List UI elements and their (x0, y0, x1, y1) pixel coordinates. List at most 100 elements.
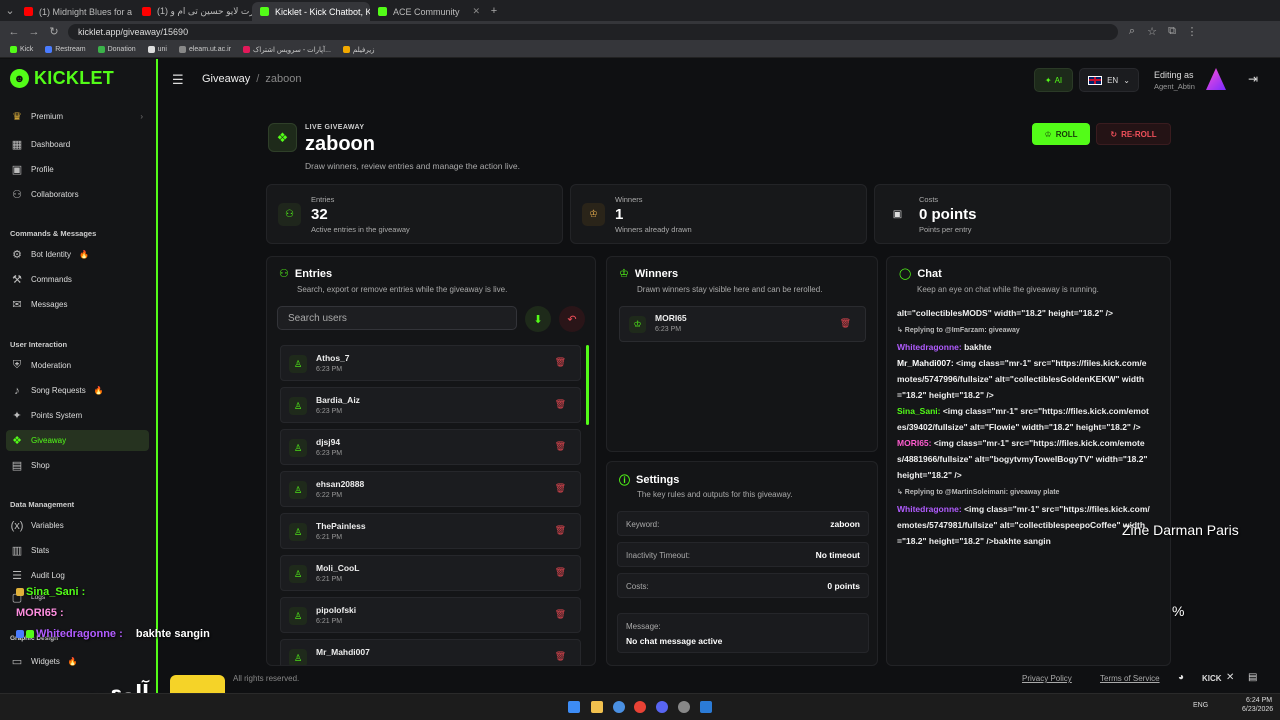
entry-row: ♙ ThePainless 6:21 PM 🗑 (280, 513, 581, 549)
browser-tab-3[interactable]: Kicklet - Kick Chatbot, Kick Wi...✕ (252, 2, 370, 21)
breadcrumb-separator: / (256, 73, 260, 85)
language-indicator[interactable]: ENG (1193, 702, 1208, 709)
sidebar-item-messages[interactable]: ✉ Messages (6, 294, 149, 315)
extensions-icon[interactable]: ⧉ (1166, 25, 1178, 38)
logout-icon[interactable]: ⇥ (1248, 72, 1258, 86)
sidebar-item-moderation[interactable]: ⛨ Moderation (6, 355, 149, 376)
delete-icon[interactable]: 🗑 (555, 441, 566, 452)
browser-tab-4[interactable]: ACE Community ✕ (370, 2, 488, 21)
sidebar-item-widgets[interactable]: ▭ Widgets 🔥 (6, 651, 149, 672)
sidebar-item-profile[interactable]: ▣ Profile (6, 159, 149, 180)
reroll-button[interactable]: ↻ RE-ROLL (1096, 123, 1171, 145)
discord-icon[interactable] (656, 701, 668, 713)
tab-label: ACE Community (393, 6, 460, 17)
sidebar-item-song-requests[interactable]: ♪ Song Requests 🔥 (6, 380, 149, 401)
overlay-percent: % (1172, 603, 1185, 619)
gift-icon: ❖ (12, 435, 22, 447)
chat-username[interactable]: MORI65: (897, 438, 934, 448)
delete-icon[interactable]: 🗑 (555, 609, 566, 620)
sidebar-item-stats[interactable]: ▥ Stats (6, 540, 149, 561)
bookmark-item[interactable]: زیرفیلم (342, 46, 375, 54)
stat-card-winners: ♔ Winners 1 Winners already drawn (570, 184, 867, 244)
winners-panel: ♔ Winners Drawn winners stay visible here… (606, 256, 878, 452)
download-button[interactable]: ⬇ (525, 306, 551, 332)
zoom-icon[interactable]: ⌕ (1126, 25, 1138, 38)
bookmark-item[interactable]: eleam.ut.ac.ir (178, 46, 231, 53)
obs-icon[interactable] (678, 701, 690, 713)
chat-log[interactable]: alt="collectiblesMODS" width="18.2" heig… (897, 305, 1150, 655)
close-icon[interactable]: ✕ (472, 6, 480, 17)
undo-button[interactable]: ↶ (559, 306, 585, 332)
sidebar-item-commands[interactable]: ⚒ Commands (6, 269, 149, 290)
sparkle-icon: ✦ (1044, 75, 1052, 85)
user-icon: ♙ (289, 355, 307, 373)
delete-icon[interactable]: 🗑 (555, 525, 566, 536)
delete-icon[interactable]: 🗑 (555, 357, 566, 368)
bookmark-star-icon[interactable]: ☆ (1146, 25, 1158, 38)
chat-username[interactable]: Whitedragonne: (897, 504, 964, 514)
roll-button[interactable]: ♔ ROLL (1032, 123, 1090, 145)
privacy-link[interactable]: Privacy Policy (1022, 674, 1072, 683)
copyright: All rights reserved. (233, 674, 300, 683)
bookmark-item[interactable]: آپارات - سرویس اشتراک... (242, 46, 331, 54)
language-select[interactable]: EN ⌄ (1079, 68, 1139, 92)
chrome-icon[interactable] (634, 701, 646, 713)
delete-icon[interactable]: 🗑 (555, 567, 566, 578)
search-input[interactable] (277, 306, 517, 330)
chat-message: Whitedragonne: <img class="mr-1" src="ht… (897, 501, 1150, 549)
sidebar-item-variables[interactable]: (x) Variables (6, 515, 149, 536)
browser-tab-1[interactable]: (1) Midnight Blues for a Br...✕ (16, 2, 134, 21)
file-explorer-icon[interactable] (591, 701, 603, 713)
chat-username[interactable]: Sina_Sani: (897, 406, 943, 416)
flame-icon: 🔥 (93, 386, 104, 395)
app-icon[interactable] (613, 701, 625, 713)
delete-icon[interactable]: 🗑 (555, 399, 566, 410)
bookmark-item[interactable]: Restream (45, 46, 86, 53)
section-data: Data Management (10, 500, 75, 509)
bookmark-item[interactable]: uni (147, 46, 167, 53)
browser-tab-2[interactable]: (1) از کنسرت لایو حسین تی ام و...✕ (134, 2, 252, 21)
delete-icon[interactable]: 🗑 (555, 483, 566, 494)
terms-link[interactable]: Terms of Service (1100, 674, 1160, 683)
kick-icon[interactable]: KICK (1202, 674, 1222, 683)
sidebar-item-premium[interactable]: ♛ Premium › (6, 106, 149, 127)
sidebar-item-points-system[interactable]: ✦ Points System (6, 405, 149, 426)
chat-username[interactable]: Whitedragonne: (897, 342, 964, 352)
kicklet-logo[interactable]: ☻ KICKLET (10, 68, 114, 89)
back-icon[interactable]: ← (8, 26, 20, 38)
sidebar-item-audit-log[interactable]: ☰ Audit Log (6, 565, 149, 586)
windows-start-icon[interactable] (568, 701, 580, 713)
delete-icon[interactable]: 🗑 (840, 318, 851, 329)
forward-icon[interactable]: → (28, 26, 40, 38)
vscode-icon[interactable] (700, 701, 712, 713)
badge-icon (26, 630, 34, 639)
menu-icon[interactable]: ⋮ (1186, 25, 1198, 38)
user-icon: ♙ (289, 439, 307, 457)
url-field[interactable]: kicklet.app/giveaway/15690 (68, 23, 1118, 40)
sidebar-item-bot-identity[interactable]: ⚙ Bot Identity 🔥 (6, 244, 149, 265)
x-icon[interactable]: ✕ (1226, 672, 1234, 683)
ai-button[interactable]: ✦ AI (1034, 68, 1073, 92)
menu-toggle-icon[interactable]: ☰ (172, 72, 184, 88)
document-icon[interactable]: ▤ (1248, 672, 1257, 683)
breadcrumb-root[interactable]: Giveaway (202, 73, 250, 85)
bookmark-item[interactable]: Donation (97, 46, 136, 53)
scrollbar[interactable] (586, 345, 589, 425)
sidebar-item-dashboard[interactable]: ▦ Dashboard (6, 134, 149, 155)
sidebar-item-collaborators[interactable]: ⚇ Collaborators (6, 184, 149, 205)
tab-search-icon[interactable]: ⌄ (4, 4, 16, 17)
delete-icon[interactable]: 🗑 (555, 651, 566, 662)
reload-icon[interactable]: ↻ (48, 25, 60, 38)
clock-time[interactable]: 6:24 PM (1246, 697, 1272, 704)
winners-title: ♔ Winners (619, 267, 679, 281)
bookmark-item[interactable]: Kick (10, 46, 33, 53)
sidebar-item-giveaway[interactable]: ❖ Giveaway (6, 430, 149, 451)
clock-date[interactable]: 6/23/2026 (1242, 706, 1273, 713)
chat-text: alt="collectiblesMODS" width="18.2" heig… (897, 308, 1113, 318)
chat-username[interactable]: Mr_Mahdi007: (897, 358, 956, 368)
ace-icon (378, 7, 387, 16)
discord-icon[interactable]: ◕ (1178, 672, 1184, 683)
sidebar-item-shop[interactable]: ▤ Shop (6, 455, 149, 476)
new-tab-icon[interactable]: + (488, 5, 500, 17)
avatar[interactable] (1206, 68, 1226, 90)
